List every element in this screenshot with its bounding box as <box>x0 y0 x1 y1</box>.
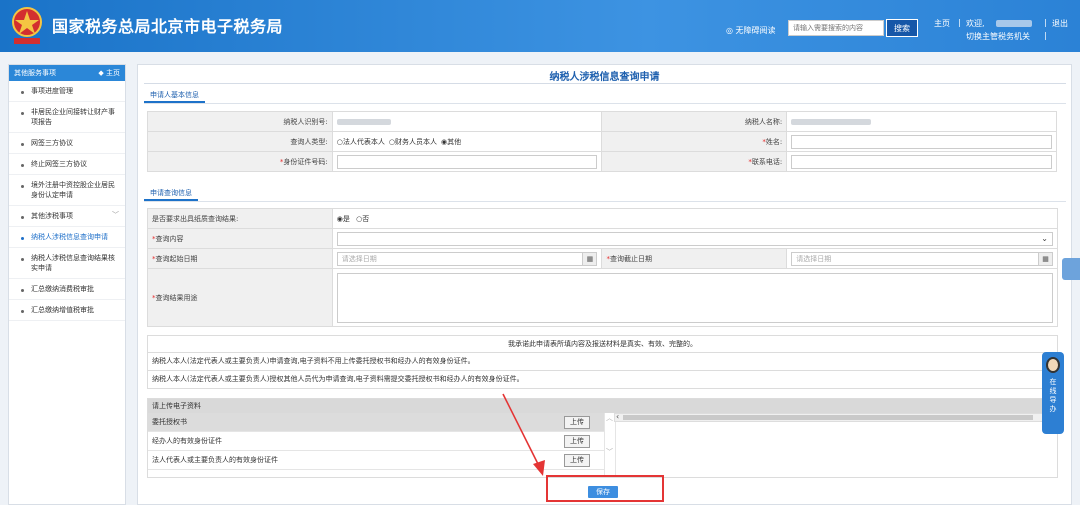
note-authorized: 纳税人本人(法定代表人或主要负责人)授权其他人员代为申请查询,电子资料需提交委托… <box>147 371 1058 389</box>
calendar-icon[interactable]: ▦ <box>1038 252 1052 265</box>
upload-button[interactable]: 上传 <box>564 454 590 467</box>
separator: | <box>1044 18 1047 27</box>
querier-type-radios: ○法人代表本人 ○财务人员本人 ◉其他 <box>331 131 603 152</box>
service-avatar-icon <box>1046 357 1060 373</box>
taxpayer-name-value <box>786 111 1057 132</box>
tab-basic-info[interactable]: 申请人基本信息 <box>144 89 205 103</box>
query-content-label: *查询内容 <box>147 228 333 249</box>
end-date-input[interactable]: 请选择日期 ▦ <box>791 251 1053 266</box>
sidebar-item-result-verify[interactable]: 纳税人涉税信息查询结果核实申请 <box>9 248 125 279</box>
chevron-down-icon: ⌄ <box>1041 233 1048 243</box>
name-cell <box>786 131 1057 152</box>
sidebar-item-progress[interactable]: 事项进度管理 <box>9 81 125 102</box>
querier-type-label: 查询人类型: <box>147 131 333 152</box>
end-date-cell: 请选择日期 ▦ <box>786 248 1058 269</box>
site-title: 国家税务总局北京市电子税务局 <box>52 17 284 36</box>
start-date-label: *查询起始日期 <box>147 248 333 269</box>
main-panel: 纳税人涉税信息查询申请 申请人基本信息 纳税人识别号: 纳税人名称: 查询人类型… <box>137 64 1072 505</box>
welcome-text: 欢迎, <box>966 19 985 28</box>
purpose-label: *查询结果用途 <box>147 268 333 327</box>
username-blurred <box>996 20 1032 27</box>
sidebar-item-info-query[interactable]: 纳税人涉税信息查询申请 <box>9 227 125 248</box>
sidebar-item-consumption-tax[interactable]: 汇总缴纳消费税审批 <box>9 279 125 300</box>
taxpayer-id-label: 纳税人识别号: <box>147 111 333 132</box>
query-content-select[interactable]: ⌄ <box>336 231 1053 246</box>
divider <box>144 103 1066 104</box>
chevron-down-icon: ﹀ <box>112 211 119 219</box>
purpose-textarea[interactable] <box>336 272 1053 323</box>
top-header: 国家税务总局北京市电子税务局 ◎ 无障碍阅读 搜索 主页 | 欢迎, | 退出 … <box>0 0 1080 52</box>
scroll-left-icon[interactable]: ‹ <box>616 412 619 421</box>
scrollbar-thumb[interactable] <box>623 415 1033 420</box>
calendar-icon[interactable]: ▦ <box>582 252 597 265</box>
sidebar-item-nonresident[interactable]: 非居民企业间接转让财产事项报告 <box>9 102 125 133</box>
tab-query-info[interactable]: 申请查询信息 <box>144 187 198 201</box>
promise-text: 我承诺此申请表所填内容及报送材料是真实、有效、完整的。 <box>147 335 1058 353</box>
page-title: 纳税人涉税信息查询申请 <box>549 72 660 83</box>
paper-result-radios: ◉是 ○否 <box>331 208 1059 229</box>
id-number-cell <box>331 151 603 172</box>
home-link[interactable]: 主页 <box>934 18 950 29</box>
upload-header: 请上传电子资料 共 <box>148 399 1057 413</box>
user-avatar-icon[interactable] <box>1062 258 1080 280</box>
start-date-cell: 请选择日期 ▦ <box>331 248 603 269</box>
note-self: 纳税人本人(法定代表人或主要负责人)申请查询,电子资料不用上传委托授权书和经办人… <box>147 353 1058 371</box>
radio-other[interactable]: ◉其他 <box>441 138 461 146</box>
sidebar-item-label: 其他涉税事项 <box>31 212 73 220</box>
upload-button[interactable]: 上传 <box>564 435 590 448</box>
sidebar-home-link[interactable]: ◆ 主页 <box>98 68 120 78</box>
upload-preview-area <box>615 413 1058 477</box>
end-date-label: *查询截止日期 <box>601 248 788 269</box>
blurred-value <box>791 118 872 125</box>
start-date-input[interactable]: 请选择日期 ▦ <box>336 251 598 266</box>
sidebar-header: 其他服务事项 ◆ 主页 <box>9 65 125 81</box>
horizontal-scrollbar[interactable]: ‹ › <box>614 412 1056 422</box>
separator: | <box>1044 31 1047 40</box>
radio-paper-no[interactable]: ○否 <box>356 215 369 223</box>
phone-label: *联系电话: <box>601 151 788 172</box>
online-service-button[interactable]: 在线导办 <box>1042 352 1064 434</box>
divider <box>144 201 1066 202</box>
sidebar-item-terminate-agreement[interactable]: 终止网签三方协议 <box>9 154 125 175</box>
query-info-table: 是否要求出具纸质查询结果: ◉是 ○否 *查询内容 ⌄ *查询起始日期 请选择日… <box>147 208 1059 327</box>
tax-emblem-icon <box>12 7 42 44</box>
sidebar-item-other-tax[interactable]: 其他涉税事项 ﹀ <box>9 206 125 227</box>
logout-link[interactable]: 退出 <box>1052 18 1068 29</box>
divider <box>144 83 1066 84</box>
phone-cell <box>786 151 1057 172</box>
paper-result-label: 是否要求出具纸质查询结果: <box>147 208 333 229</box>
taxpayer-id-value <box>331 111 603 132</box>
sidebar: 其他服务事项 ◆ 主页 事项进度管理 非居民企业间接转让财产事项报告 网签三方协… <box>8 64 126 505</box>
upload-list-scrollbar[interactable]: ︿ ﹀ <box>604 413 614 477</box>
sidebar-title: 其他服务事项 <box>14 69 56 77</box>
id-number-input[interactable] <box>336 154 598 169</box>
taxpayer-name-label: 纳税人名称: <box>601 111 788 132</box>
blurred-value <box>336 118 391 125</box>
sidebar-item-vat[interactable]: 汇总缴纳增值税审批 <box>9 300 125 321</box>
accessibility-link[interactable]: ◎ 无障碍阅读 <box>726 25 776 36</box>
search-button[interactable]: 搜索 <box>886 19 918 37</box>
phone-input[interactable] <box>791 154 1052 169</box>
id-number-label: *身份证件号码: <box>147 151 333 172</box>
name-input[interactable] <box>791 134 1052 149</box>
name-label: *姓名: <box>601 131 788 152</box>
upload-panel: 请上传电子资料 共 委托授权书上传 经办人的有效身份证件上传 法人代表人或主要负… <box>147 398 1058 478</box>
upload-title: 请上传电子资料 <box>152 402 201 410</box>
sidebar-item-sign-agreement[interactable]: 网签三方协议 <box>9 133 125 154</box>
switch-authority-link[interactable]: 切换主管税务机关 <box>966 31 1030 42</box>
sidebar-item-resident-status[interactable]: 境外注册中资控股企业居民身份认定申请 <box>9 175 125 206</box>
radio-paper-yes[interactable]: ◉是 <box>337 215 350 223</box>
red-arrow-annotation <box>502 393 545 476</box>
radio-legal-rep[interactable]: ○法人代表本人 <box>337 138 385 146</box>
basic-info-table: 纳税人识别号: 纳税人名称: 查询人类型: ○法人代表本人 ○财务人员本人 ◉其他 … <box>147 111 1057 172</box>
purpose-cell <box>331 268 1059 327</box>
upload-button[interactable]: 上传 <box>564 416 590 429</box>
radio-finance-staff[interactable]: ○财务人员本人 <box>389 138 437 146</box>
save-button[interactable]: 保存 <box>588 486 618 498</box>
search-input[interactable] <box>788 20 884 36</box>
separator: | <box>958 18 961 27</box>
query-content-cell: ⌄ <box>331 228 1059 249</box>
